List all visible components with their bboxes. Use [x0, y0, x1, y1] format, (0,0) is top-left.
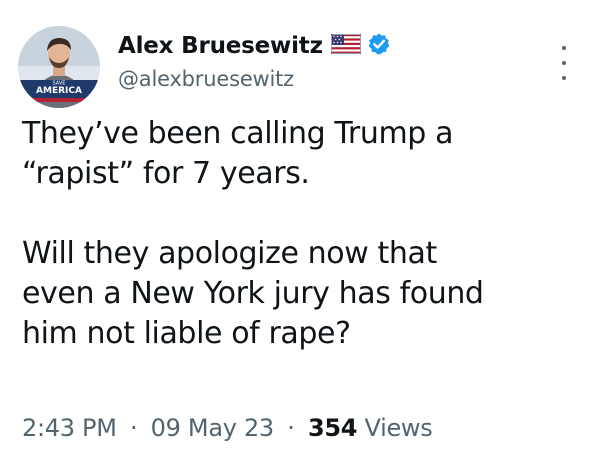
tweet-line: They’ve been calling Trump a [22, 116, 454, 151]
tweet-header: SAVE AMERICA Alex Bruesewitz @alexbruese… [18, 24, 584, 108]
tweet-line: him not liable of rape? [22, 316, 351, 351]
meta-separator: · [129, 414, 138, 442]
more-options-icon[interactable] [554, 46, 574, 80]
tweet-time[interactable]: 2:43 PM [22, 414, 117, 442]
more-dot [562, 61, 566, 65]
us-flag-icon [330, 34, 361, 58]
views-label: Views [364, 414, 433, 442]
view-count: 354 [307, 414, 358, 442]
display-name[interactable]: Alex Bruesewitz [118, 33, 323, 59]
tweet-line: Will they apologize now that [22, 236, 437, 271]
meta-separator: · [287, 414, 295, 442]
avatar-image: SAVE AMERICA [18, 26, 100, 108]
verified-badge-icon[interactable] [367, 32, 391, 60]
tweet-card: SAVE AMERICA Alex Bruesewitz @alexbruese… [0, 0, 600, 457]
author-identity: Alex Bruesewitz @alexbruesewitz [118, 30, 391, 91]
name-row: Alex Bruesewitz [118, 30, 391, 62]
avatar[interactable]: SAVE AMERICA [18, 26, 100, 108]
tweet-text: They’ve been calling Trump a “rapist” fo… [22, 114, 582, 354]
tweet-line: “rapist” for 7 years. [22, 156, 310, 191]
avatar-badge-line2: AMERICA [36, 86, 82, 96]
more-dot [562, 46, 566, 50]
tweet-line: even a New York jury has found [22, 276, 484, 311]
more-dot [562, 76, 566, 80]
tweet-meta: 2:43 PM · 09 May 23 · 354 Views [22, 414, 433, 442]
handle[interactable]: @alexbruesewitz [118, 67, 391, 91]
tweet-date[interactable]: 09 May 23 [151, 414, 275, 442]
